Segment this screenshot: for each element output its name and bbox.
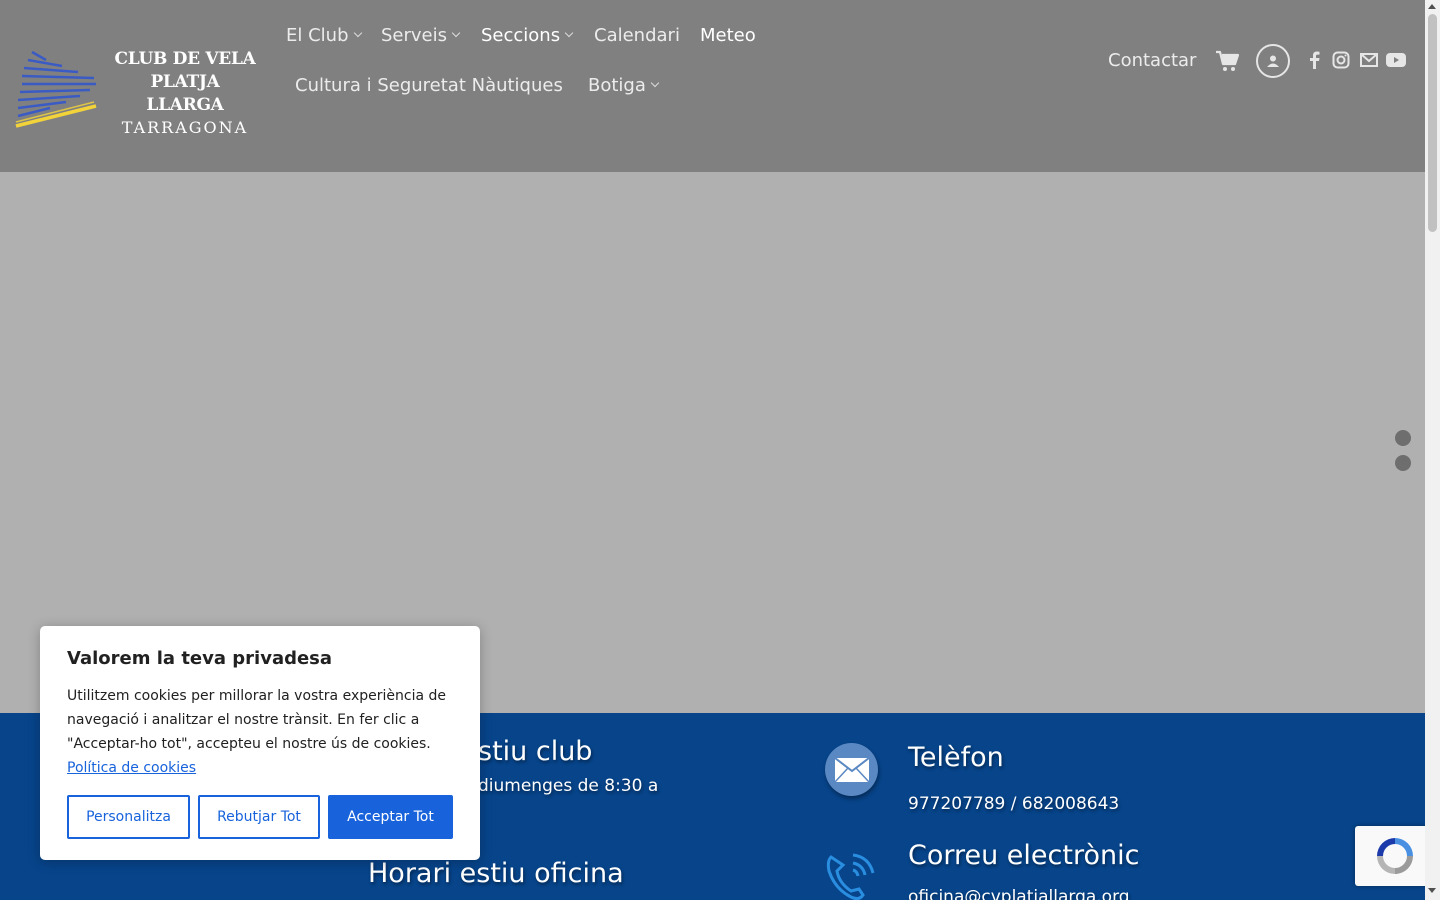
- nav-item-botiga[interactable]: Botiga: [588, 75, 660, 96]
- slider-dot-1[interactable]: [1395, 430, 1411, 446]
- nav-label: Calendari: [594, 25, 680, 46]
- logo-line-2: PLATJA LLARGA: [146, 72, 224, 115]
- customize-button[interactable]: Personalitza: [67, 795, 190, 839]
- site-header: CLUB DE VELA PLATJA LLARGA TARRAGONA El …: [0, 0, 1425, 172]
- scrollbar-thumb[interactable]: [1428, 14, 1437, 232]
- email-icon[interactable]: [1359, 50, 1379, 70]
- club-logo[interactable]: CLUB DE VELA PLATJA LLARGA TARRAGONA: [14, 44, 259, 137]
- accept-all-button[interactable]: Acceptar Tot: [328, 795, 453, 839]
- phone-icon: [825, 847, 881, 900]
- logo-line-1: CLUB DE VELA: [114, 49, 256, 69]
- nav-label: Seccions: [481, 25, 561, 46]
- youtube-icon[interactable]: [1386, 50, 1406, 70]
- nav-label: Botiga: [588, 75, 646, 96]
- nav-item-cultura-seguretat[interactable]: Cultura i Seguretat Nàutiques: [295, 75, 563, 96]
- logo-line-3: TARRAGONA: [121, 118, 249, 137]
- scroll-up-arrow-icon[interactable]: [1428, 4, 1436, 9]
- summer-club-hours: diumenges de 8:30 a: [478, 776, 659, 796]
- nav-label: Meteo: [700, 25, 756, 46]
- nav-item-seccions[interactable]: Seccions: [481, 25, 574, 46]
- recaptcha-icon: [1377, 838, 1413, 874]
- nav-item-meteo[interactable]: Meteo: [700, 25, 756, 46]
- scroll-down-arrow-icon[interactable]: [1428, 888, 1436, 893]
- cookie-policy-link[interactable]: Política de cookies: [67, 760, 196, 776]
- recaptcha-badge[interactable]: [1355, 826, 1435, 886]
- phone-heading: Telèfon: [908, 742, 1004, 773]
- phone-value[interactable]: 977207789 / 682008643: [908, 794, 1119, 814]
- slider-dot-2[interactable]: [1395, 455, 1411, 471]
- chevron-down-icon: [650, 78, 660, 88]
- instagram-icon[interactable]: [1331, 50, 1351, 70]
- logo-text: CLUB DE VELA PLATJA LLARGA TARRAGONA: [110, 48, 260, 139]
- chevron-down-icon: [564, 28, 574, 38]
- email-value[interactable]: oficina@cvplatjallarga.org: [908, 887, 1130, 900]
- page-scrollbar[interactable]: [1425, 0, 1440, 900]
- cookie-title: Valorem la teva privadesa: [67, 648, 333, 669]
- nav-item-serveis[interactable]: Serveis: [381, 25, 461, 46]
- account-icon[interactable]: [1256, 44, 1290, 78]
- mail-envelope-icon: [825, 743, 878, 796]
- facebook-icon[interactable]: [1304, 50, 1324, 70]
- nav-label: Serveis: [381, 25, 448, 46]
- cookie-buttons: Personalitza Rebutjar Tot Acceptar Tot: [67, 795, 453, 839]
- cookie-body-text: Utilitzem cookies per millorar la vostra…: [67, 688, 446, 752]
- summer-club-heading: stiu club: [478, 736, 593, 767]
- chevron-down-icon: [451, 28, 461, 38]
- contact-link[interactable]: Contactar: [1108, 50, 1196, 71]
- nav-item-calendari[interactable]: Calendari: [594, 25, 680, 46]
- cookie-consent-dialog: Valorem la teva privadesa Utilitzem cook…: [40, 626, 480, 860]
- nav-item-el-club[interactable]: El Club: [286, 25, 362, 46]
- summer-office-heading: Horari estiu oficina: [368, 858, 624, 889]
- chevron-down-icon: [353, 28, 362, 38]
- logo-sail-mark: [15, 50, 97, 128]
- cookie-body: Utilitzem cookies per millorar la vostra…: [67, 684, 453, 780]
- nav-label: Cultura i Seguretat Nàutiques: [295, 75, 563, 96]
- email-heading: Correu electrònic: [908, 840, 1140, 871]
- reject-all-button[interactable]: Rebutjar Tot: [198, 795, 320, 839]
- nav-label: El Club: [286, 25, 349, 46]
- cart-icon[interactable]: [1215, 50, 1240, 72]
